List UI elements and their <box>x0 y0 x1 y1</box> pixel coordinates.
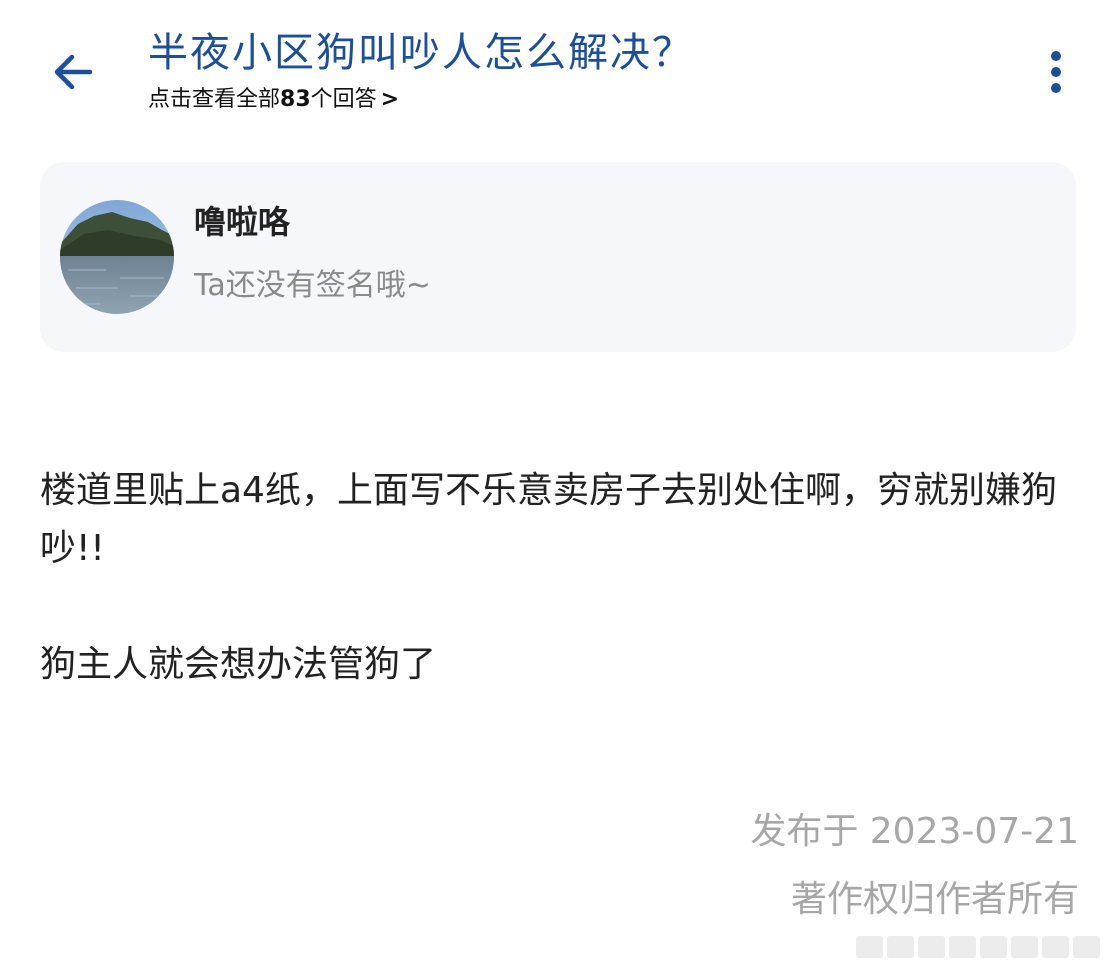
author-name[interactable]: 噜啦咯 <box>194 200 290 244</box>
copyright-notice: 著作权归作者所有 <box>790 879 1079 920</box>
author-signature: Ta还没有签名哦~ <box>194 268 431 303</box>
answer-paragraph: 狗主人就会想办法管狗了 <box>40 644 437 685</box>
author-card[interactable]: 噜啦咯 Ta还没有签名哦~ <box>40 162 1076 352</box>
landscape-avatar <box>60 200 174 314</box>
arrow-left-icon <box>54 54 93 90</box>
answer-paragraph: 楼道里贴上a4纸，上面写不乐意卖房子去别处住啊，穷就别嫌狗吵!! <box>40 470 1057 569</box>
answer-count: 83 <box>280 87 311 112</box>
watermark <box>856 932 1104 962</box>
avatar[interactable] <box>60 200 174 314</box>
answer-body: 楼道里贴上a4纸，上面写不乐意卖房子去别处住啊，穷就别嫌狗吵!! 狗主人就会想办… <box>40 462 1080 694</box>
subtitle-suffix: 个回答 <box>310 87 377 112</box>
subtitle-prefix: 点击查看全部 <box>148 87 281 112</box>
back-button[interactable] <box>44 44 100 100</box>
more-vertical-icon <box>1051 51 1061 93</box>
question-title[interactable]: 半夜小区狗叫吵人怎么解决？ <box>148 26 694 80</box>
publish-date: 发布于 2023-07-21 <box>750 811 1079 852</box>
chevron-right-icon: > <box>380 87 400 112</box>
more-options-button[interactable] <box>1034 44 1078 100</box>
view-all-answers-link[interactable]: 点击查看全部83个回答 > <box>148 86 399 114</box>
